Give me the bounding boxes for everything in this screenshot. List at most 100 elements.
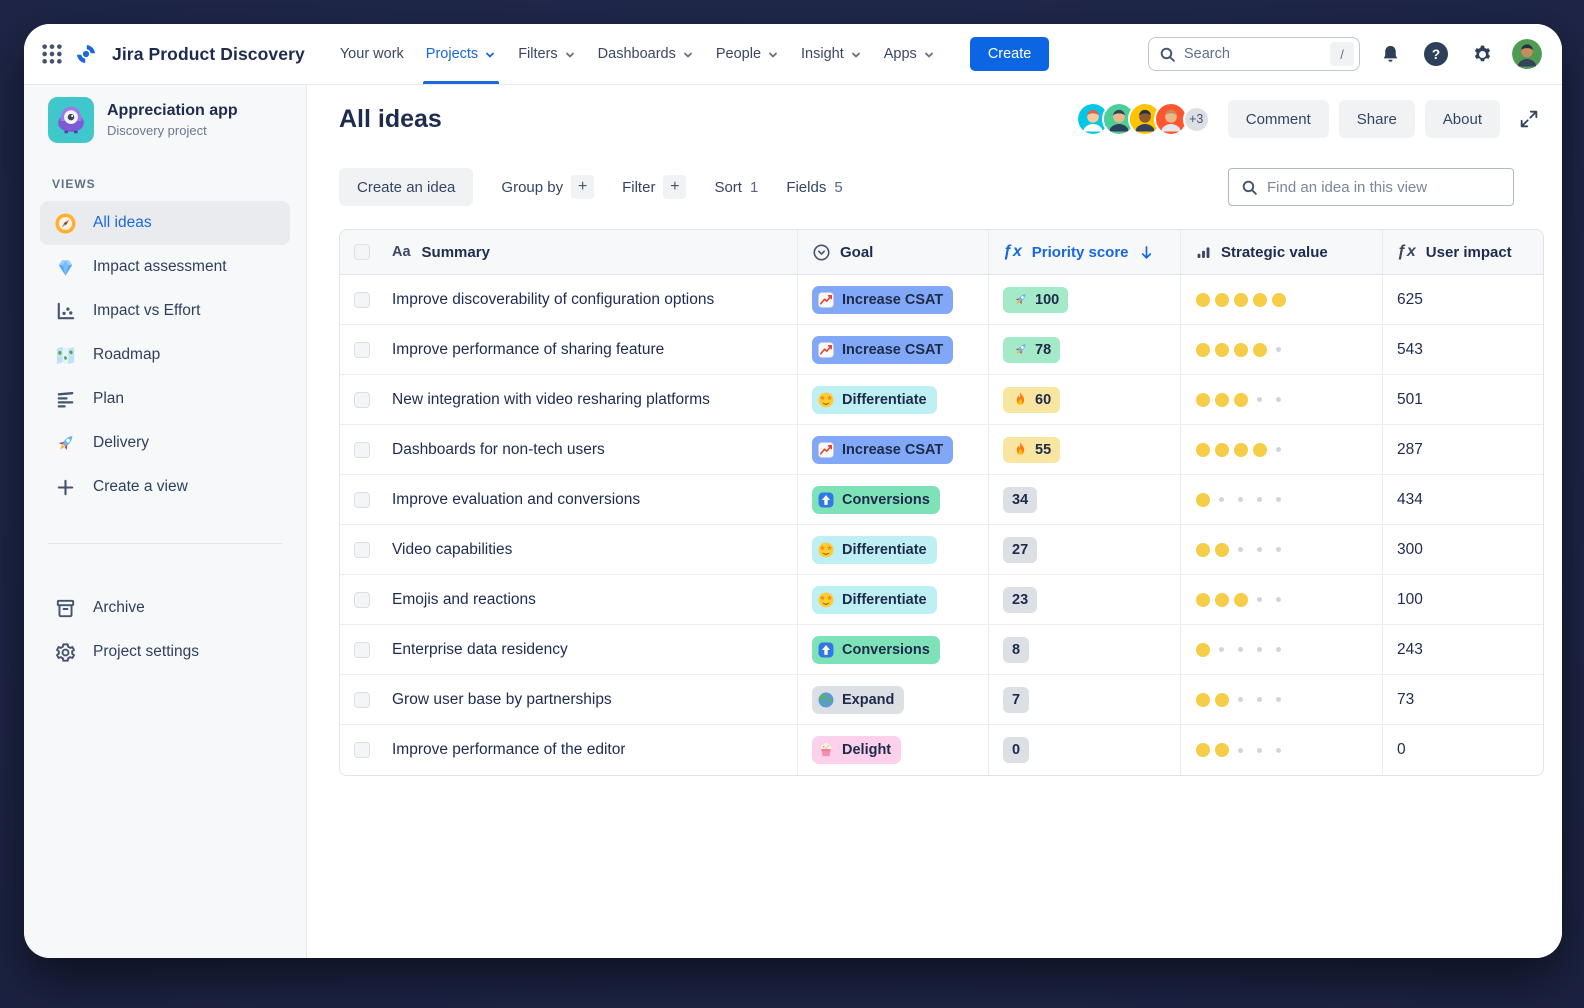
group-by-button[interactable]: Group by+: [501, 175, 594, 199]
help-icon[interactable]: ?: [1420, 38, 1452, 70]
strategic-value-rating[interactable]: [1195, 442, 1286, 457]
idea-summary[interactable]: Video capabilities: [392, 541, 512, 559]
table-row: Improve evaluation and conversions Conver…: [340, 475, 1543, 525]
plus-icon: [52, 474, 78, 500]
ideas-table: AaSummaryGoalƒxPriority scoreStrategic v…: [339, 229, 1544, 776]
idea-summary[interactable]: New integration with video resharing pla…: [392, 391, 710, 409]
sidebar-bottom-list: ArchiveProject settings: [40, 586, 290, 674]
notifications-bell-icon[interactable]: [1374, 38, 1406, 70]
row-checkbox[interactable]: [354, 492, 370, 508]
idea-summary[interactable]: Improve performance of the editor: [392, 741, 625, 759]
strategic-value-rating[interactable]: [1195, 743, 1286, 758]
idea-summary[interactable]: Grow user base by partnerships: [392, 691, 612, 709]
filter-button[interactable]: Filter+: [622, 175, 686, 199]
strategic-value-rating[interactable]: [1195, 542, 1286, 557]
goal-cell: Expand: [798, 675, 989, 725]
sidebar-item-roadmap[interactable]: Roadmap: [40, 333, 290, 377]
app-switcher-icon[interactable]: [36, 38, 68, 70]
idea-summary[interactable]: Improve discoverability of configuration…: [392, 291, 714, 309]
find-idea-search[interactable]: [1228, 168, 1514, 206]
goal-pill-conversions[interactable]: Conversions: [812, 636, 940, 664]
priority-score-pill: 23: [1003, 587, 1037, 613]
strategic-value-rating[interactable]: [1195, 592, 1286, 607]
create-idea-button[interactable]: Create an idea: [339, 168, 473, 206]
column-header-summary[interactable]: AaSummary: [340, 230, 798, 275]
goal-cell: Delight: [798, 725, 989, 775]
sidebar-item-label: Roadmap: [93, 346, 160, 364]
user-avatar[interactable]: [1512, 39, 1542, 69]
strategic-value-rating[interactable]: [1195, 692, 1286, 707]
sidebar-item-archive[interactable]: Archive: [40, 586, 290, 630]
goal-pill-conversions[interactable]: Conversions: [812, 486, 940, 514]
sidebar-item-impact-vs-effort[interactable]: Impact vs Effort: [40, 289, 290, 333]
select-all-checkbox[interactable]: [354, 244, 370, 260]
nav-item-filters[interactable]: Filters: [507, 24, 586, 84]
facepile-overflow-badge[interactable]: +3: [1183, 106, 1210, 133]
row-checkbox[interactable]: [354, 742, 370, 758]
strategic-value-rating[interactable]: [1195, 292, 1286, 307]
create-button[interactable]: Create: [970, 37, 1050, 71]
chevron-down-icon: [682, 49, 694, 61]
about-button[interactable]: About: [1425, 100, 1500, 138]
row-checkbox[interactable]: [354, 292, 370, 308]
sidebar-item-create-a-view[interactable]: Create a view: [40, 465, 290, 509]
goal-pill-expand[interactable]: Expand: [812, 686, 904, 714]
comment-button[interactable]: Comment: [1228, 100, 1329, 138]
goal-pill-increase-csat[interactable]: Increase CSAT: [812, 286, 953, 314]
goal-pill-differentiate[interactable]: Differentiate: [812, 586, 937, 614]
idea-summary[interactable]: Emojis and reactions: [392, 591, 536, 609]
scatter-chart-icon: [52, 298, 78, 324]
share-button[interactable]: Share: [1339, 100, 1415, 138]
goal-pill-increase-csat[interactable]: Increase CSAT: [812, 436, 953, 464]
global-search-input[interactable]: [1184, 46, 1322, 62]
column-header-user-impact[interactable]: ƒxUser impact: [1383, 230, 1543, 275]
goal-pill-differentiate[interactable]: Differentiate: [812, 536, 937, 564]
sidebar-item-all-ideas[interactable]: All ideas: [40, 201, 290, 245]
sidebar-item-project-settings[interactable]: Project settings: [40, 630, 290, 674]
user-impact-cell: 243: [1383, 625, 1543, 675]
summary-cell: Video capabilities: [340, 525, 798, 575]
idea-summary[interactable]: Dashboards for non-tech users: [392, 441, 605, 459]
nav-item-your-work[interactable]: Your work: [329, 24, 415, 84]
sidebar-item-plan[interactable]: Plan: [40, 377, 290, 421]
find-idea-input[interactable]: [1267, 179, 1501, 196]
row-checkbox[interactable]: [354, 342, 370, 358]
table-row: Improve discoverability of configuration…: [340, 275, 1543, 325]
summary-cell: Enterprise data residency: [340, 625, 798, 675]
sort-button[interactable]: Sort1: [714, 179, 758, 196]
column-header-strategic-value[interactable]: Strategic value: [1181, 230, 1383, 275]
row-checkbox[interactable]: [354, 592, 370, 608]
idea-summary[interactable]: Improve performance of sharing feature: [392, 341, 664, 359]
strategic-value-rating[interactable]: [1195, 642, 1286, 657]
nav-item-projects[interactable]: Projects: [415, 24, 507, 84]
nav-item-dashboards[interactable]: Dashboards: [587, 24, 705, 84]
column-header-priority-score[interactable]: ƒxPriority score: [989, 230, 1181, 275]
sidebar-item-impact-assessment[interactable]: Impact assessment: [40, 245, 290, 289]
column-header-goal[interactable]: Goal: [798, 230, 989, 275]
goal-pill-increase-csat[interactable]: Increase CSAT: [812, 336, 953, 364]
strategic-value-rating[interactable]: [1195, 342, 1286, 357]
nav-item-people[interactable]: People: [705, 24, 790, 84]
strategic-value-rating[interactable]: [1195, 492, 1286, 507]
row-checkbox[interactable]: [354, 692, 370, 708]
row-checkbox[interactable]: [354, 392, 370, 408]
global-search[interactable]: /: [1148, 37, 1360, 71]
user-impact-value: 100: [1397, 591, 1423, 609]
nav-item-insight[interactable]: Insight: [790, 24, 873, 84]
idea-summary[interactable]: Enterprise data residency: [392, 641, 568, 659]
goal-pill-delight[interactable]: Delight: [812, 736, 901, 764]
row-checkbox[interactable]: [354, 542, 370, 558]
top-navigation: Jira Product Discovery Your workProjects…: [24, 24, 1562, 85]
star-struck-icon: [817, 541, 835, 559]
sidebar-item-delivery[interactable]: Delivery: [40, 421, 290, 465]
settings-gear-icon[interactable]: [1466, 38, 1498, 70]
fields-button[interactable]: Fields5: [786, 179, 842, 196]
nav-item-apps[interactable]: Apps: [873, 24, 946, 84]
goal-pill-differentiate[interactable]: Differentiate: [812, 386, 937, 414]
strategic-value-rating[interactable]: [1195, 392, 1286, 407]
row-checkbox[interactable]: [354, 442, 370, 458]
app-window: Jira Product Discovery Your workProjects…: [24, 24, 1562, 958]
idea-summary[interactable]: Improve evaluation and conversions: [392, 491, 640, 509]
fullscreen-expand-icon[interactable]: [1514, 104, 1544, 134]
row-checkbox[interactable]: [354, 642, 370, 658]
